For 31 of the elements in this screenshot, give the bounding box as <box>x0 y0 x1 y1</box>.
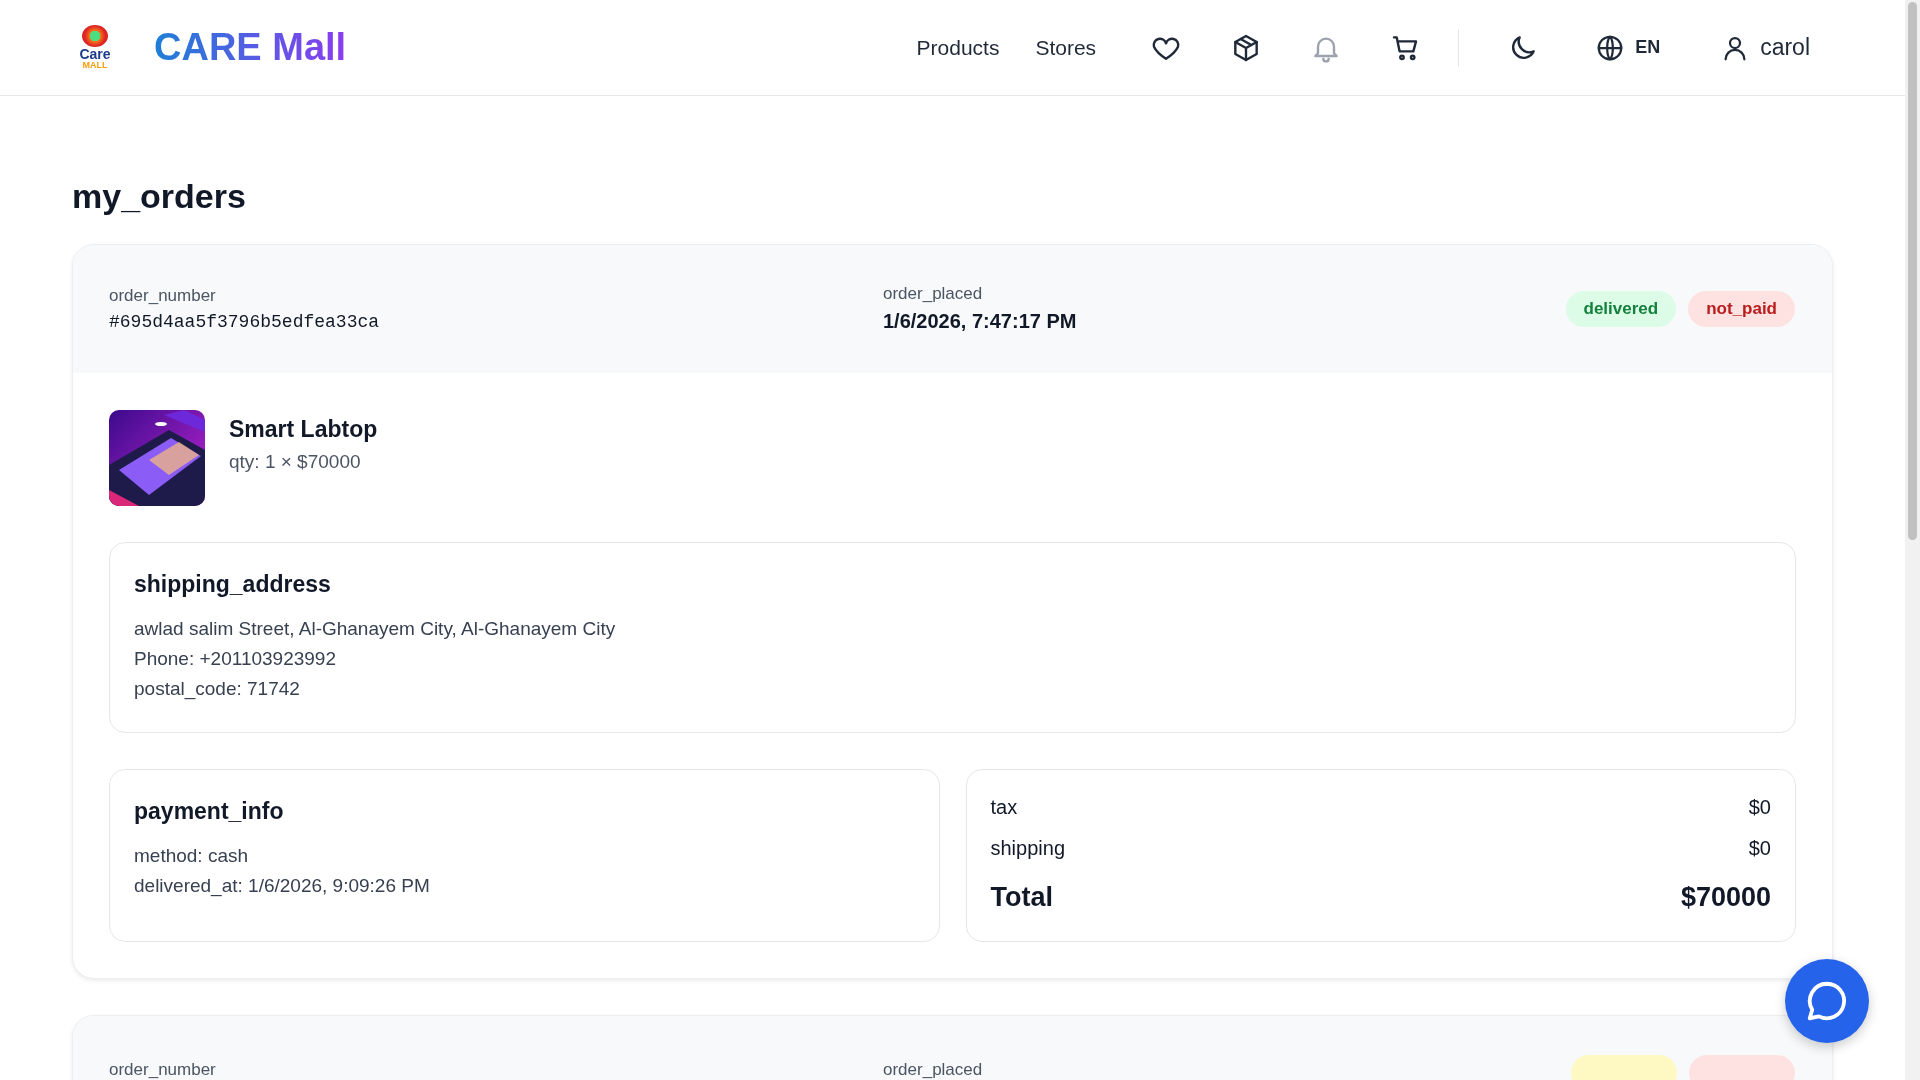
section-title: payment_info <box>134 798 285 825</box>
detail-text: awlad salim Street, Al-Ghanayem City, Al-Ghanayem City <box>134 617 617 641</box>
nav-link[interactable]: Products <box>916 35 1000 60</box>
status-badge: delivered <box>1565 290 1677 327</box>
summary-value: $0 <box>1748 837 1771 860</box>
logo[interactable]: Care MALL <box>74 25 116 70</box>
summary-label: tax <box>990 796 1018 819</box>
total-value: $70000 <box>1680 882 1771 913</box>
detail-text: delivered_at: 1/6/2026, 9:09:26 PM <box>134 874 431 899</box>
summary-label: shipping <box>990 837 1065 860</box>
field-label: order_number <box>109 285 217 306</box>
field-label: order_number <box>109 1060 217 1080</box>
status-badge: not_paid <box>1688 290 1795 327</box>
product-quantity: qty: 1 × $70000 <box>229 451 362 473</box>
scrollbar[interactable] <box>1905 0 1920 1080</box>
detail-text: method: cash <box>134 844 250 868</box>
total-label: Total <box>990 882 1053 913</box>
product-name: Smart Labtop <box>229 416 378 443</box>
order-date: 1/6/2026, 7:47:17 PM <box>883 310 1078 333</box>
page-title: my_orders <box>72 177 247 216</box>
field-label: order_placed <box>883 284 984 304</box>
detail-text: postal_code: 71742 <box>134 677 301 702</box>
chat-button[interactable] <box>1785 959 1869 1043</box>
user-menu[interactable]: carol <box>1720 32 1810 63</box>
summary-value: $0 <box>1748 796 1771 819</box>
nav-link[interactable]: Stores <box>1035 35 1097 60</box>
section-title: shipping_address <box>134 571 332 598</box>
field-label: order_placed <box>883 1060 984 1080</box>
language-button[interactable]: EN <box>1595 32 1661 63</box>
detail-text: Phone: +201103923992 <box>134 647 337 671</box>
order-number: #695d4aa5f3796b5edfea33ca <box>109 311 381 332</box>
